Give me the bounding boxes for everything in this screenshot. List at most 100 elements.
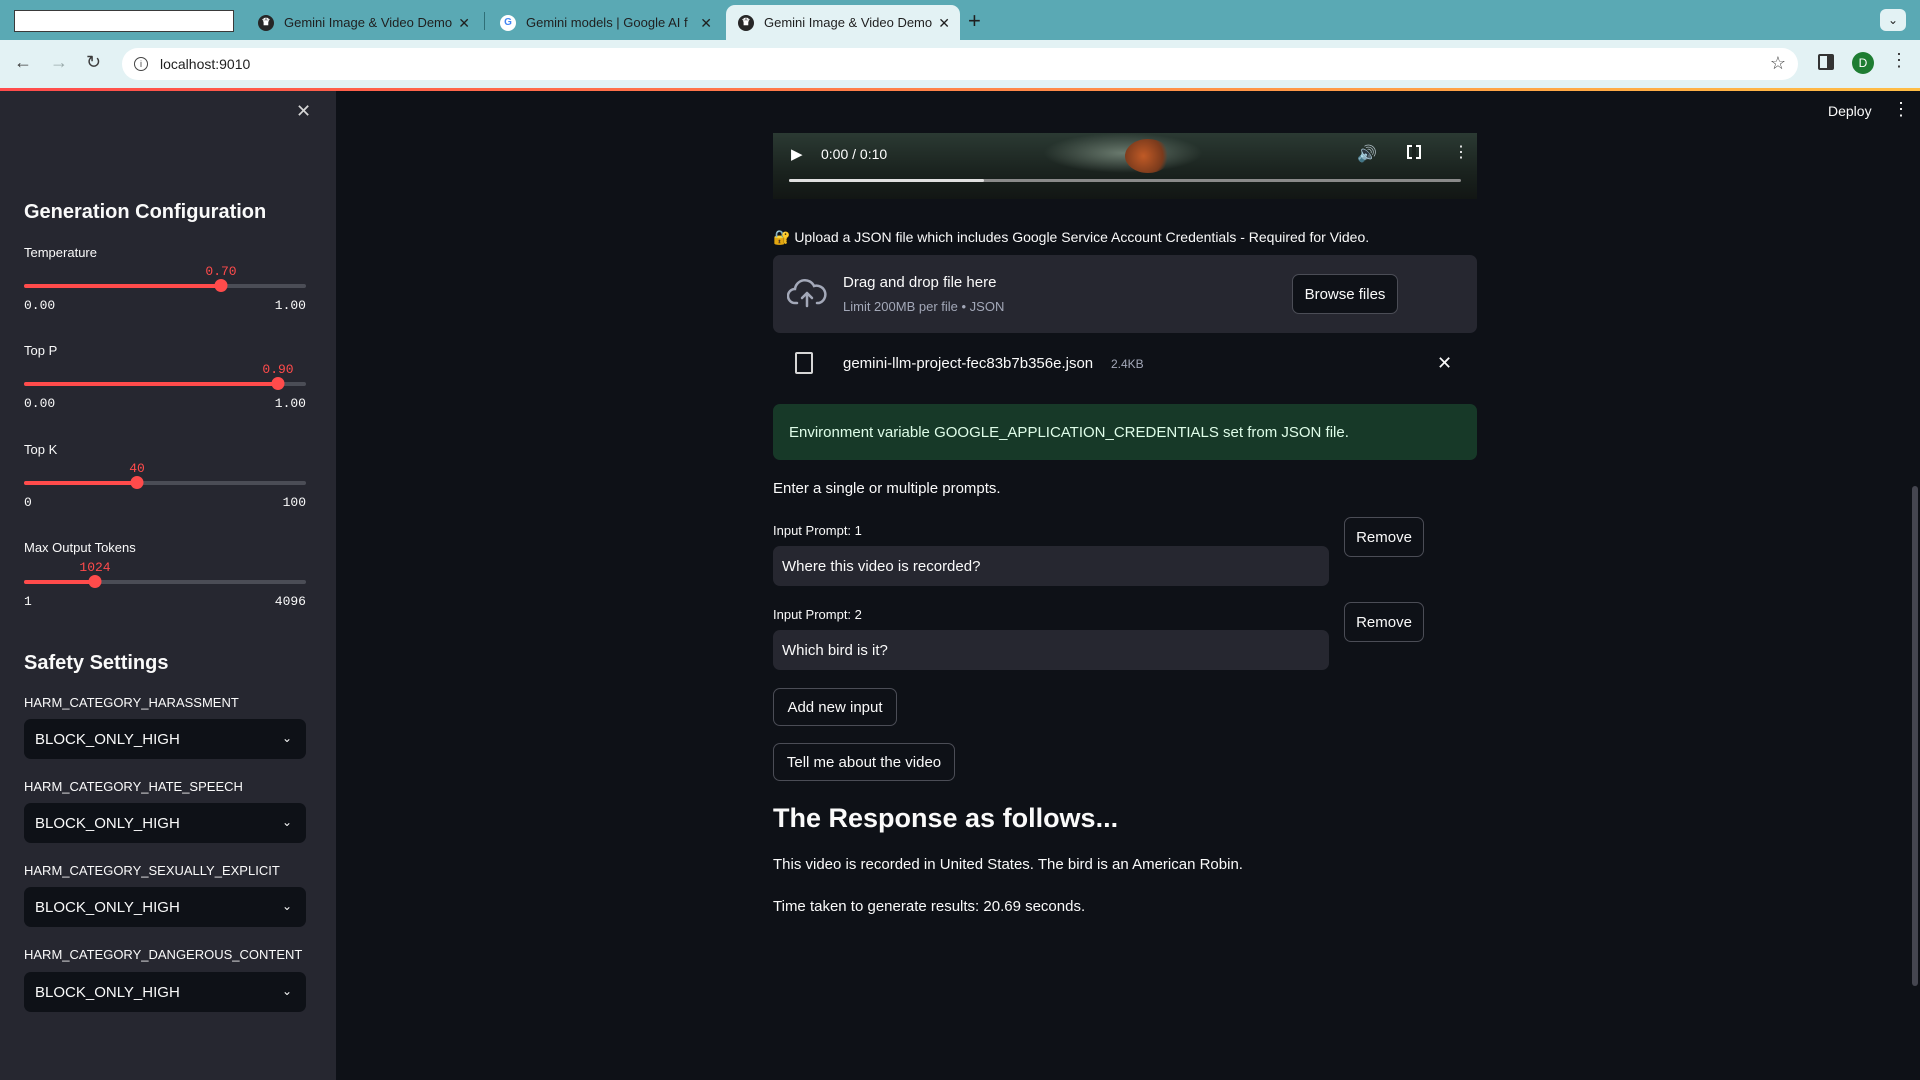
tab-title: Gemini Image & Video Demo bbox=[284, 15, 453, 30]
slider-track[interactable] bbox=[24, 377, 306, 390]
prompt-input-1[interactable]: Where this video is recorded? bbox=[773, 546, 1329, 586]
uploaded-file: gemini-llm-project-fec83b7b356e.json 2.4… bbox=[773, 343, 1477, 387]
close-icon[interactable]: ✕ bbox=[700, 15, 712, 32]
slider-max: 1.00 bbox=[274, 396, 306, 411]
success-alert: Environment variable GOOGLE_APPLICATION_… bbox=[773, 404, 1477, 460]
tab-title: Gemini models | Google AI f bbox=[526, 15, 688, 30]
upload-cloud-icon bbox=[787, 279, 827, 308]
slider-fill bbox=[24, 580, 95, 584]
video-seek-bar[interactable] bbox=[789, 179, 1461, 182]
slider-max: 100 bbox=[282, 495, 306, 510]
tab-separator bbox=[484, 12, 485, 30]
main-content: Deploy ⋮ ▶ 0:00 / 0:10 🔊 ⋮ 🔐 Upload a JS… bbox=[336, 91, 1920, 1080]
max-tokens-slider[interactable]: 1024 1 4096 bbox=[24, 560, 306, 620]
browser-tab-1[interactable]: ♛ Gemini Image & Video Demo ✕ bbox=[246, 5, 480, 40]
slider-thumb[interactable] bbox=[88, 575, 102, 588]
browser-tab-strip: ♛ Gemini Image & Video Demo ✕ G Gemini m… bbox=[0, 0, 1920, 40]
chevron-down-icon: ⌄ bbox=[281, 815, 292, 829]
video-frame-bird bbox=[1125, 139, 1171, 173]
sexually-explicit-select[interactable]: BLOCK_ONLY_HIGH ⌄ bbox=[24, 887, 306, 927]
video-progress bbox=[789, 179, 984, 182]
chevron-down-icon[interactable]: ⌄ bbox=[1880, 9, 1906, 31]
side-panel-icon[interactable] bbox=[1818, 54, 1834, 70]
response-timing: Time taken to generate results: 20.69 se… bbox=[773, 898, 1086, 915]
volume-icon[interactable]: 🔊 bbox=[1357, 144, 1377, 164]
file-icon bbox=[795, 352, 813, 374]
prompts-intro: Enter a single or multiple prompts. bbox=[773, 480, 1001, 497]
slider-min: 0.00 bbox=[24, 298, 56, 313]
dangerous-content-select[interactable]: BLOCK_ONLY_HIGH ⌄ bbox=[24, 972, 306, 1012]
deploy-button[interactable]: Deploy bbox=[1828, 103, 1872, 119]
response-heading: The Response as follows... bbox=[773, 803, 1119, 833]
select-value: BLOCK_ONLY_HIGH bbox=[35, 898, 180, 916]
add-new-input-button[interactable]: Add new input bbox=[773, 688, 897, 726]
new-tab-icon[interactable]: + bbox=[968, 8, 981, 34]
browser-tab-2[interactable]: G Gemini models | Google AI f ✕ bbox=[488, 5, 722, 40]
top-p-slider[interactable]: 0.90 0.00 1.00 bbox=[24, 362, 306, 422]
slider-track[interactable] bbox=[24, 279, 306, 292]
slider-thumb[interactable] bbox=[130, 476, 144, 489]
slider-fill bbox=[24, 481, 137, 485]
url-text: localhost:9010 bbox=[160, 56, 251, 72]
top-k-slider[interactable]: 40 0 100 bbox=[24, 461, 306, 521]
temperature-slider[interactable]: 0.70 0.00 1.00 bbox=[24, 264, 306, 324]
tell-me-about-video-button[interactable]: Tell me about the video bbox=[773, 743, 955, 781]
slider-label-max-tokens: Max Output Tokens bbox=[24, 540, 136, 555]
reload-icon[interactable]: ↻ bbox=[86, 52, 101, 73]
play-icon[interactable]: ▶ bbox=[791, 145, 803, 163]
back-icon[interactable]: ← bbox=[14, 52, 32, 73]
streamlit-icon: ♛ bbox=[738, 14, 754, 31]
chevron-down-icon: ⌄ bbox=[281, 984, 292, 998]
hate-speech-select[interactable]: BLOCK_ONLY_HIGH ⌄ bbox=[24, 803, 306, 843]
slider-thumb[interactable] bbox=[271, 377, 285, 390]
dropzone-limit: Limit 200MB per file • JSON bbox=[843, 299, 1005, 314]
video-player[interactable]: ▶ 0:00 / 0:10 🔊 ⋮ bbox=[773, 133, 1477, 199]
chevron-down-icon: ⌄ bbox=[281, 731, 292, 745]
video-more-icon[interactable]: ⋮ bbox=[1453, 142, 1469, 162]
scrollbar[interactable] bbox=[1912, 486, 1918, 986]
slider-max: 4096 bbox=[274, 594, 306, 609]
file-size: 2.4KB bbox=[1111, 357, 1144, 371]
streamlit-icon: ♛ bbox=[258, 14, 274, 31]
tab-search-box[interactable] bbox=[14, 10, 234, 32]
select-value: BLOCK_ONLY_HIGH bbox=[35, 814, 180, 832]
avatar[interactable]: D bbox=[1852, 52, 1874, 74]
remove-prompt-2-button[interactable]: Remove bbox=[1344, 602, 1424, 642]
prompt-input-2[interactable]: Which bird is it? bbox=[773, 630, 1329, 670]
site-info-icon[interactable]: i bbox=[134, 57, 148, 71]
slider-min: 0 bbox=[24, 495, 32, 510]
harassment-select[interactable]: BLOCK_ONLY_HIGH ⌄ bbox=[24, 719, 306, 759]
remove-file-icon[interactable]: ✕ bbox=[1437, 353, 1452, 374]
generation-config-heading: Generation Configuration bbox=[24, 201, 267, 223]
safety-label-harassment: HARM_CATEGORY_HARASSMENT bbox=[24, 695, 239, 710]
slider-min: 0.00 bbox=[24, 396, 56, 411]
slider-label-top-p: Top P bbox=[24, 343, 58, 358]
slider-min: 1 bbox=[24, 594, 32, 609]
remove-prompt-1-button[interactable]: Remove bbox=[1344, 517, 1424, 557]
forward-icon[interactable]: → bbox=[50, 52, 68, 73]
file-dropzone[interactable]: Drag and drop file here Limit 200MB per … bbox=[773, 255, 1477, 333]
chevron-down-icon: ⌄ bbox=[281, 899, 292, 913]
slider-track[interactable] bbox=[24, 575, 306, 588]
close-icon[interactable]: ✕ bbox=[938, 15, 950, 32]
fullscreen-icon[interactable] bbox=[1407, 144, 1421, 160]
close-sidebar-icon[interactable]: ✕ bbox=[296, 101, 311, 122]
slider-thumb[interactable] bbox=[214, 279, 228, 292]
browser-menu-icon[interactable]: ⋮ bbox=[1890, 50, 1908, 71]
more-options-icon[interactable]: ⋮ bbox=[1892, 99, 1910, 120]
slider-value: 0.70 bbox=[205, 264, 237, 279]
video-frame-foliage bbox=[1043, 133, 1203, 173]
browse-files-button[interactable]: Browse files bbox=[1292, 274, 1398, 314]
slider-value: 40 bbox=[129, 461, 145, 476]
bookmark-star-icon[interactable]: ☆ bbox=[1770, 53, 1786, 74]
slider-label-temperature: Temperature bbox=[24, 245, 97, 260]
safety-label-sexually-explicit: HARM_CATEGORY_SEXUALLY_EXPLICIT bbox=[24, 863, 280, 878]
browser-tab-3[interactable]: ♛ Gemini Image & Video Demo ✕ bbox=[726, 5, 960, 40]
upload-label: 🔐 Upload a JSON file which includes Goog… bbox=[773, 229, 1370, 245]
url-input[interactable]: i localhost:9010 ☆ bbox=[122, 48, 1798, 80]
prompt-label-1: Input Prompt: 1 bbox=[773, 523, 862, 538]
slider-value: 1024 bbox=[79, 560, 111, 575]
sidebar: ✕ Generation Configuration Temperature 0… bbox=[0, 91, 336, 1080]
slider-track[interactable] bbox=[24, 476, 306, 489]
close-icon[interactable]: ✕ bbox=[458, 15, 470, 32]
